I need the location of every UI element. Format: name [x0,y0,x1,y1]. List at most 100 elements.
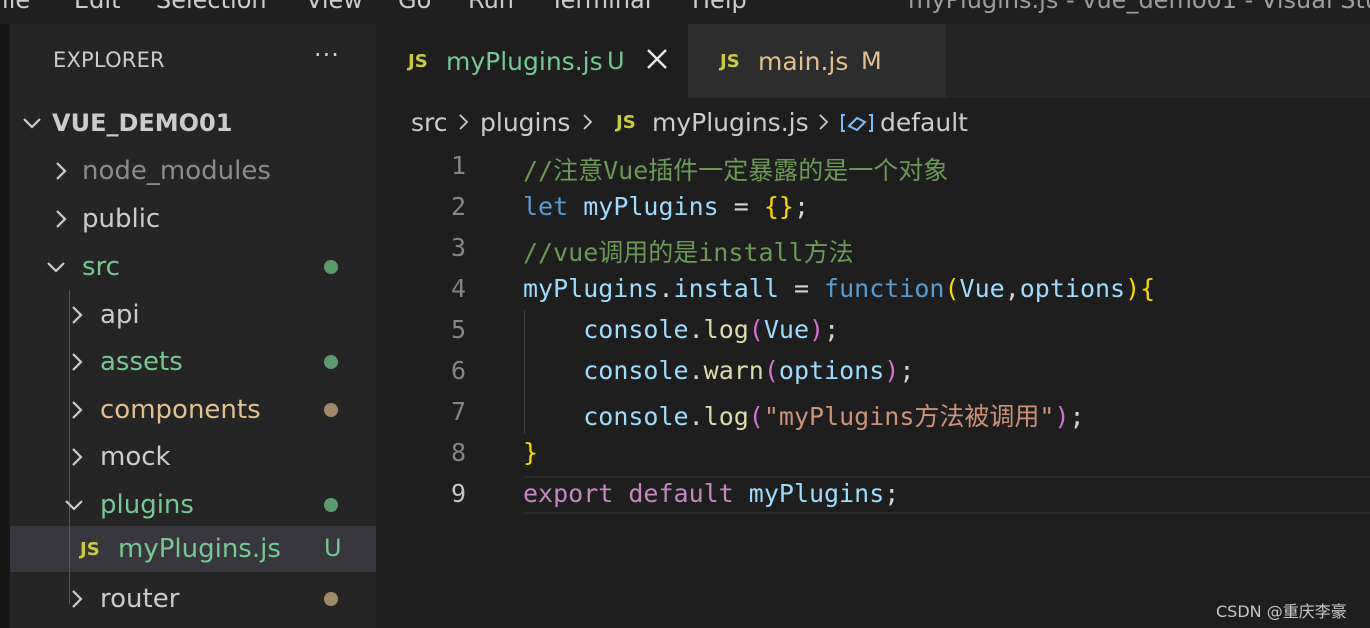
tree-item-plugins[interactable]: plugins [10,482,376,528]
javascript-file-icon: JS [408,51,428,72]
breadcrumb-item-plugins[interactable]: plugins [480,108,570,137]
code-token: ( [763,356,779,385]
explorer-sidebar: EXPLORER ··· VUE_DEMO01 node_modules pub… [10,24,376,628]
git-status-dot [324,403,338,417]
code-token: , [1004,274,1020,303]
code-token: console [583,402,689,431]
code-token: . [688,315,704,344]
chevron-right-icon [68,303,88,327]
menu-help[interactable]: Help [692,0,747,14]
menu-file[interactable]: File [0,0,30,14]
git-status-badge: U [324,534,342,562]
menu-go[interactable]: Go [398,0,431,14]
tab-myplugins-js[interactable]: JS myPlugins.js U [376,24,688,98]
tree-item-assets[interactable]: assets [10,339,376,385]
code-token: Vue [763,315,810,344]
breadcrumb-item-src[interactable]: src [411,108,448,137]
code-token: ; [824,315,840,344]
code-editor[interactable]: 1 2 3 4 5 6 7 8 9 //注意Vue插件一定暴露的是一个对象 le… [376,146,1370,628]
tree-project-root[interactable]: VUE_DEMO01 [10,100,376,146]
code-token: ( [748,402,764,431]
code-token: let [523,192,569,221]
git-status-dot [324,592,338,606]
tree-item-public[interactable]: public [10,196,376,242]
menu-edit[interactable]: Edit [74,0,120,14]
code-line: export default myPlugins; [523,479,899,508]
menu-bar: File Edit Selection View Go Run Terminal… [0,0,1370,24]
line-number: 5 [450,315,466,344]
line-number: 8 [450,438,466,467]
line-number: 3 [450,233,466,262]
more-actions-icon[interactable]: ··· [310,43,344,72]
tree-item-label: assets [100,347,183,377]
code-line: console.log(Vue); [523,315,839,344]
code-token: log [703,402,749,431]
code-token: ) [1125,274,1141,303]
tree-item-mock[interactable]: mock [10,434,376,480]
tree-item-label: public [82,204,161,234]
javascript-file-icon: JS [616,112,636,133]
code-token: ) [809,315,825,344]
chevron-right-icon [68,587,88,611]
menu-view[interactable]: View [306,0,363,14]
code-token: ; [793,192,810,221]
chevron-right-icon [52,207,72,231]
code-token: "myPlugins方法被调用" [763,402,1055,431]
line-number: 2 [450,192,466,221]
code-token: console [583,356,689,385]
code-token: //vue调用的是install方法 [523,238,854,267]
menu-run[interactable]: Run [468,0,514,14]
tab-main-js[interactable]: JS main.js M [688,24,946,98]
chevron-right-icon [52,159,72,183]
close-icon[interactable] [644,46,670,72]
tree-item-label: api [100,300,140,330]
tree-item-label: mock [100,442,171,472]
code-token: options [1019,274,1126,303]
breadcrumb-item-file[interactable]: myPlugins.js [652,108,809,137]
chevron-down-icon [64,493,84,517]
tree-item-api[interactable]: api [10,292,376,338]
code-token: . [658,274,674,303]
chevron-right-icon [816,112,832,132]
code-token: ; [1069,402,1085,431]
code-token: options [778,356,885,385]
code-token: install [673,274,779,303]
chevron-down-icon [22,111,42,135]
menu-selection[interactable]: Selection [156,0,267,14]
tree-item-src[interactable]: src [10,244,376,290]
breadcrumb-item-symbol[interactable]: default [880,108,968,137]
code-line: let myPlugins = {}; [523,192,809,221]
code-token: export [523,479,614,508]
code-token: { [1140,274,1156,303]
chevron-down-icon [46,255,66,279]
code-token: console [583,315,689,344]
tree-item-node-modules[interactable]: node_modules [10,148,376,194]
tree-item-myplugins-js[interactable]: JS myPlugins.js U [10,526,376,572]
code-token: myPlugins [523,274,659,303]
git-status-dot [324,498,338,512]
code-token: ) [884,356,900,385]
tree-item-router[interactable]: router [10,576,376,622]
code-token: = [778,274,825,303]
code-token: myPlugins [583,192,719,221]
code-line: //注意Vue插件一定暴露的是一个对象 [523,151,948,187]
tree-item-label: router [100,584,180,614]
menu-terminal[interactable]: Terminal [550,0,651,14]
project-name: VUE_DEMO01 [52,109,233,137]
breadcrumb: src plugins JS myPlugins.js default [376,98,1370,146]
tree-item-components[interactable]: components [10,387,376,433]
tab-label: main.js [758,47,849,76]
indent-guide [69,526,70,572]
code-token: warn [703,356,764,385]
line-number: 7 [450,397,466,426]
code-token: myPlugins [748,479,885,508]
code-token: log [703,315,749,344]
code-line: console.warn(options); [523,356,914,385]
window-title: myPlugins.js - vue_demo01 - Visual Stu [908,0,1370,14]
code-token: Vue [959,274,1005,303]
chevron-right-icon [68,398,88,422]
line-number: 9 [450,479,466,508]
